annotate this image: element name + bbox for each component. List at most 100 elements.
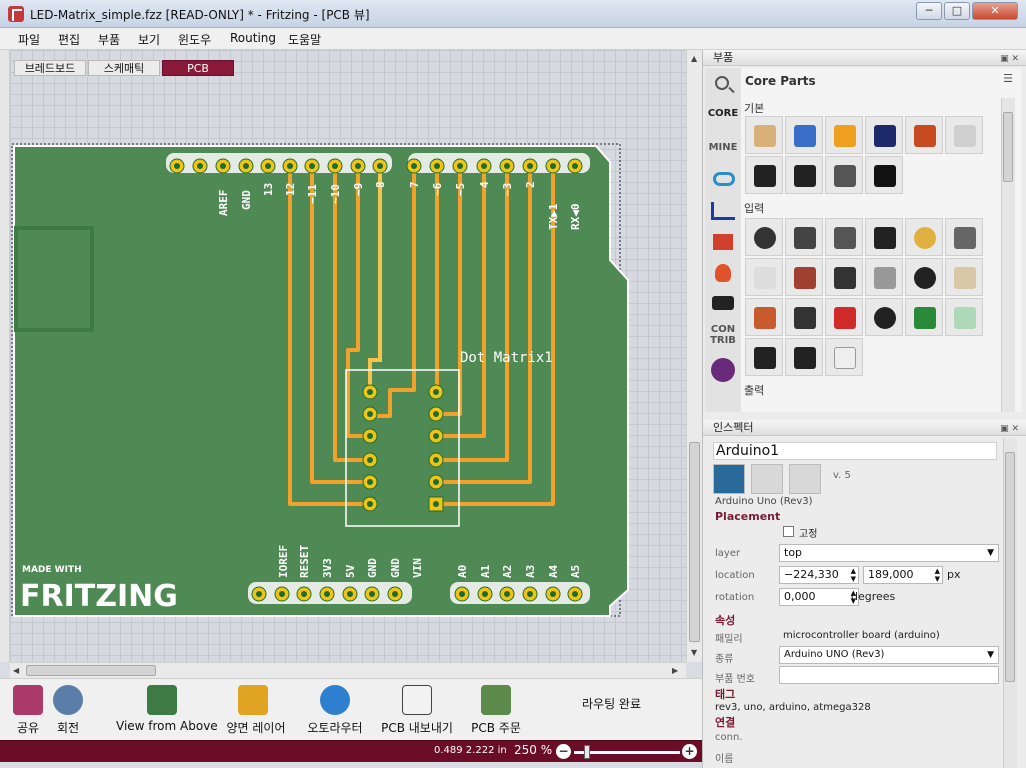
tab-breadboard[interactable]: 브레드보드 xyxy=(14,60,86,76)
share-button[interactable]: 공유 xyxy=(8,679,48,739)
part-electrolytic-capacitor[interactable] xyxy=(865,116,903,154)
bin-menu-icon[interactable]: ☰ xyxy=(1003,72,1013,85)
type-select[interactable]: Arduino UNO (Rev3) ▼ xyxy=(779,646,999,664)
inspector-scrollbar[interactable] xyxy=(1003,438,1017,768)
menu-help[interactable]: 도움말 xyxy=(288,31,321,48)
seeed-bin-icon[interactable] xyxy=(713,234,733,250)
pcb-canvas[interactable]: AREF GND 13 12 ~11 ~10 ~9 8 7 ~6 ~5 4 ~3… xyxy=(10,50,702,662)
part-tilt-switch[interactable] xyxy=(865,258,903,296)
part-toggle-switch[interactable] xyxy=(825,258,863,296)
pin-label-a0: A0 xyxy=(456,565,469,578)
part-potentiometer[interactable] xyxy=(745,218,783,256)
menu-file[interactable]: 파일 xyxy=(18,31,40,48)
tab-schematic[interactable]: 스케매틱 xyxy=(88,60,160,76)
part-diode[interactable] xyxy=(945,116,983,154)
part-trimmer[interactable] xyxy=(945,218,983,256)
part-antenna[interactable] xyxy=(945,258,983,296)
canvas-vertical-scrollbar[interactable]: ▲ ▼ xyxy=(686,50,702,662)
potentiometer-icon xyxy=(754,227,776,249)
part-microphone[interactable] xyxy=(905,258,943,296)
rotation-input[interactable]: 0,000 ▲ ▼ xyxy=(779,588,859,606)
zoom-out-button[interactable]: − xyxy=(556,744,571,759)
inspector-scroll-thumb[interactable] xyxy=(1005,452,1015,682)
lock-checkbox[interactable] xyxy=(783,526,794,537)
part-slide-pot[interactable] xyxy=(785,218,823,256)
order-pcb-button[interactable]: PCB 주문 xyxy=(466,679,526,739)
inspector-float-close-icons[interactable]: ▣ ✕ xyxy=(1000,422,1019,437)
trimmer-icon xyxy=(954,227,976,249)
part-encoder[interactable] xyxy=(905,218,943,256)
part-glass-fuse[interactable] xyxy=(945,298,983,336)
part-probe[interactable] xyxy=(745,338,783,376)
search-icon[interactable] xyxy=(715,76,729,90)
part-sensor-board[interactable] xyxy=(905,298,943,336)
pin-label-5v: 5V xyxy=(344,564,357,578)
location-x-input[interactable]: −224,330 ▲ ▼ xyxy=(779,566,859,584)
part-slide-potentiometer[interactable] xyxy=(825,218,863,256)
right-dock: 부품 ▣ ✕ CORE MINE CON TRIB Core Parts ☰ 기… xyxy=(702,50,1026,768)
part-pushbutton[interactable] xyxy=(785,258,823,296)
spinner-icon[interactable]: ▲ ▼ xyxy=(935,567,940,583)
part-ir-sensor[interactable] xyxy=(785,298,823,336)
menu-window[interactable]: 윈도우 xyxy=(178,31,211,48)
maximize-button[interactable]: □ xyxy=(944,2,970,20)
layer-select[interactable]: top ▼ xyxy=(779,544,999,562)
part-reed-switch[interactable] xyxy=(745,258,783,296)
view-from-above-button[interactable]: View from Above xyxy=(116,679,218,739)
part-pnp-transistor[interactable] xyxy=(745,156,783,194)
fritzing-app-icon xyxy=(8,6,24,22)
canvas-horizontal-scrollbar[interactable]: ◀ ▶ xyxy=(10,662,686,678)
parallax-bin-icon[interactable] xyxy=(712,296,734,310)
part-ceramic-capacitor[interactable] xyxy=(785,116,823,154)
sparkfun-bin-icon[interactable] xyxy=(711,202,735,220)
panel-float-close-icons[interactable]: ▣ ✕ xyxy=(1000,52,1019,67)
zoom-in-button[interactable]: + xyxy=(682,744,697,759)
part-rfid[interactable] xyxy=(785,338,823,376)
bottom-toolbar: 공유 회전 View from Above 양면 레이어 오토라우터 PCB 내… xyxy=(0,678,702,740)
scroll-up-icon[interactable]: ▲ xyxy=(691,54,697,63)
part-photocell[interactable] xyxy=(745,298,783,336)
part-dip-switch[interactable] xyxy=(865,218,903,256)
ceramic-capacitor-icon xyxy=(794,125,816,147)
part-title-field[interactable]: Arduino1 xyxy=(713,442,997,460)
close-button[interactable]: ✕ xyxy=(972,2,1018,20)
autorouter-button[interactable]: 오토라우터 xyxy=(302,679,368,739)
spinner-icon[interactable]: ▲ ▼ xyxy=(851,567,856,583)
location-y-input[interactable]: 189,000 ▲ ▼ xyxy=(863,566,943,584)
scroll-right-icon[interactable]: ▶ xyxy=(672,666,678,675)
bin-scroll-thumb[interactable] xyxy=(1003,112,1013,182)
part-fet[interactable] xyxy=(825,156,863,194)
part-npn-transistor[interactable] xyxy=(785,156,823,194)
part-accelerometer[interactable] xyxy=(825,298,863,336)
bin-scrollbar[interactable] xyxy=(1001,98,1015,412)
both-layers-button[interactable]: 양면 레이어 xyxy=(218,679,294,739)
zoom-slider-handle[interactable] xyxy=(584,745,590,759)
bin-tab-mine[interactable]: MINE xyxy=(705,142,741,153)
temp-bin-icon[interactable] xyxy=(711,358,735,382)
scroll-down-icon[interactable]: ▼ xyxy=(691,648,697,657)
menu-part[interactable]: 부품 xyxy=(98,31,120,48)
part-tantalum-capacitor[interactable] xyxy=(825,116,863,154)
menu-routing[interactable]: Routing xyxy=(230,31,276,45)
menu-edit[interactable]: 편집 xyxy=(58,31,80,48)
part-resistor[interactable] xyxy=(745,116,783,154)
part-number-input[interactable] xyxy=(779,666,999,684)
part-temperature-sensor[interactable] xyxy=(865,298,903,336)
part-inductor[interactable] xyxy=(905,116,943,154)
horizontal-scroll-thumb[interactable] xyxy=(26,665,156,676)
rotate-button[interactable]: 회전 xyxy=(48,679,88,739)
minimize-button[interactable]: ─ xyxy=(916,2,942,20)
bin-tab-contrib[interactable]: CON TRIB xyxy=(705,324,741,346)
vertical-scroll-thumb[interactable] xyxy=(689,442,700,642)
export-pcb-button[interactable]: PCB 내보내기 xyxy=(376,679,458,739)
tab-pcb[interactable]: PCB xyxy=(162,60,234,76)
part-humidity-sensor[interactable] xyxy=(825,338,863,376)
schematic-thumbnail xyxy=(751,464,783,494)
bin-tab-core[interactable]: CORE xyxy=(705,108,741,119)
flame-bin-icon[interactable] xyxy=(715,264,731,282)
arduino-board[interactable] xyxy=(13,145,629,617)
scroll-left-icon[interactable]: ◀ xyxy=(13,666,19,675)
arduino-bin-icon[interactable] xyxy=(713,172,735,186)
menu-view[interactable]: 보기 xyxy=(138,31,160,48)
part-mystery[interactable] xyxy=(865,156,903,194)
